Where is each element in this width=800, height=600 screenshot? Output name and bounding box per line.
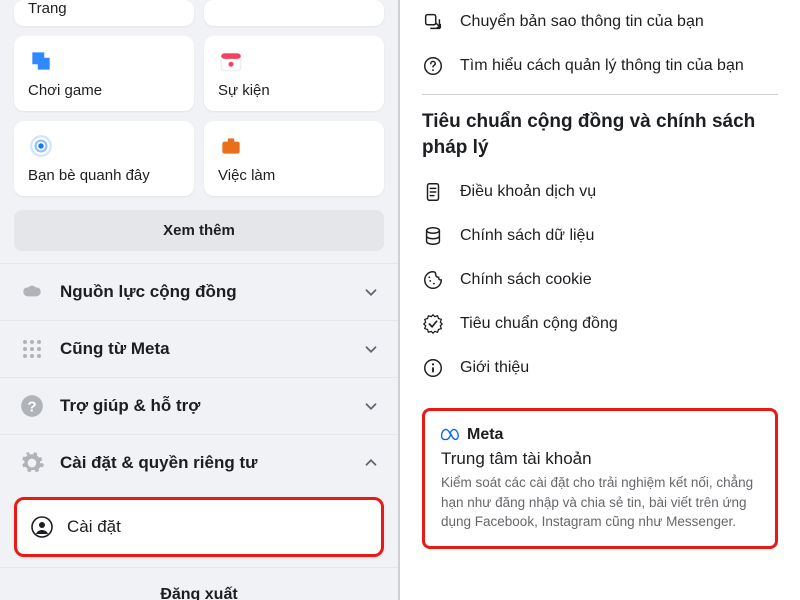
row-label: Nguồn lực cộng đồng [60, 282, 348, 302]
check-badge-icon [422, 313, 444, 335]
see-more-label: Xem thêm [163, 222, 235, 239]
tile-label: Bạn bè quanh đây [28, 167, 180, 184]
tile-empty[interactable] [204, 0, 384, 26]
row-community-resources[interactable]: Nguồn lực cộng đồng [0, 263, 398, 320]
row-label: Cài đặt & quyền riêng tư [60, 453, 348, 473]
question-icon [422, 55, 444, 77]
row-help-support[interactable]: ? Trợ giúp & hỗ trợ [0, 377, 398, 434]
chevron-down-icon [362, 283, 380, 301]
accounts-center-desc: Kiểm soát các cài đặt cho trải nghiệm kế… [441, 473, 759, 532]
tile-gaming[interactable]: Chơi game [14, 36, 194, 111]
chevron-down-icon [362, 340, 380, 358]
gear-icon [18, 449, 46, 477]
settings-subitem[interactable]: Cài đặt [14, 497, 384, 557]
link-cookie-policy[interactable]: Chính sách cookie [422, 258, 778, 302]
tile-label: Việc làm [218, 167, 370, 184]
tile-pages[interactable]: Trang [14, 0, 194, 26]
link-data-policy[interactable]: Chính sách dữ liệu [422, 214, 778, 258]
meta-logo-icon [441, 425, 461, 445]
svg-text:?: ? [27, 398, 36, 415]
info-icon [422, 357, 444, 379]
chevron-down-icon [362, 397, 380, 415]
settings-detail-pane: Chuyển bản sao thông tin của bạn Tìm hiể… [400, 0, 800, 600]
menu-pane: Trang Chơi game Sự kiện [0, 0, 400, 600]
link-community-standards[interactable]: Tiêu chuẩn cộng đồng [422, 302, 778, 346]
grid-icon [18, 335, 46, 363]
gaming-icon [28, 48, 54, 74]
row-label: Trợ giúp & hỗ trợ [60, 396, 348, 416]
tile-label: Trang [28, 0, 180, 17]
accounts-center-card[interactable]: Meta Trung tâm tài khoản Kiểm soát các c… [422, 408, 778, 549]
link-label: Giới thiệu [460, 359, 529, 377]
tile-jobs[interactable]: Việc làm [204, 121, 384, 196]
logout-label: Đăng xuất [160, 586, 237, 600]
help-icon: ? [18, 392, 46, 420]
see-more-button[interactable]: Xem thêm [14, 210, 384, 251]
nearby-icon [28, 133, 54, 159]
link-label: Chính sách cookie [460, 271, 592, 289]
doc-icon [422, 181, 444, 203]
logout-button[interactable]: Đăng xuất [0, 567, 398, 600]
row-label: Cũng từ Meta [60, 339, 348, 359]
meta-brand-label: Meta [467, 426, 503, 444]
chevron-up-icon [362, 454, 380, 472]
row-also-from-meta[interactable]: Cũng từ Meta [0, 320, 398, 377]
tile-events[interactable]: Sự kiện [204, 36, 384, 111]
link-label: Điều khoản dịch vụ [460, 183, 596, 201]
link-label: Tiêu chuẩn cộng đồng [460, 315, 618, 333]
link-label: Chuyển bản sao thông tin của bạn [460, 13, 704, 31]
section-title: Tiêu chuẩn cộng đồng và chính sách pháp … [422, 95, 778, 170]
tile-label: Chơi game [28, 82, 180, 99]
accounts-center-title: Trung tâm tài khoản [441, 449, 759, 469]
person-gear-icon [29, 514, 55, 540]
link-manage-info[interactable]: Tìm hiểu cách quản lý thông tin của bạn [422, 44, 778, 88]
calendar-icon [218, 48, 244, 74]
menu-section-list: Nguồn lực cộng đồng Cũng từ Meta ? Trợ [0, 263, 398, 491]
shortcut-grid: Trang Chơi game Sự kiện [0, 0, 398, 210]
cookie-icon [422, 269, 444, 291]
meta-brand: Meta [441, 425, 759, 445]
briefcase-icon [218, 133, 244, 159]
transfer-icon [422, 11, 444, 33]
link-terms[interactable]: Điều khoản dịch vụ [422, 170, 778, 214]
link-transfer-copy[interactable]: Chuyển bản sao thông tin của bạn [422, 0, 778, 44]
link-about[interactable]: Giới thiệu [422, 346, 778, 390]
tile-nearby[interactable]: Bạn bè quanh đây [14, 121, 194, 196]
tile-label: Sự kiện [218, 82, 370, 99]
link-label: Tìm hiểu cách quản lý thông tin của bạn [460, 57, 744, 75]
hands-icon [18, 278, 46, 306]
row-settings-privacy[interactable]: Cài đặt & quyền riêng tư [0, 434, 398, 491]
data-icon [422, 225, 444, 247]
settings-subitem-label: Cài đặt [67, 517, 121, 537]
link-label: Chính sách dữ liệu [460, 227, 594, 245]
